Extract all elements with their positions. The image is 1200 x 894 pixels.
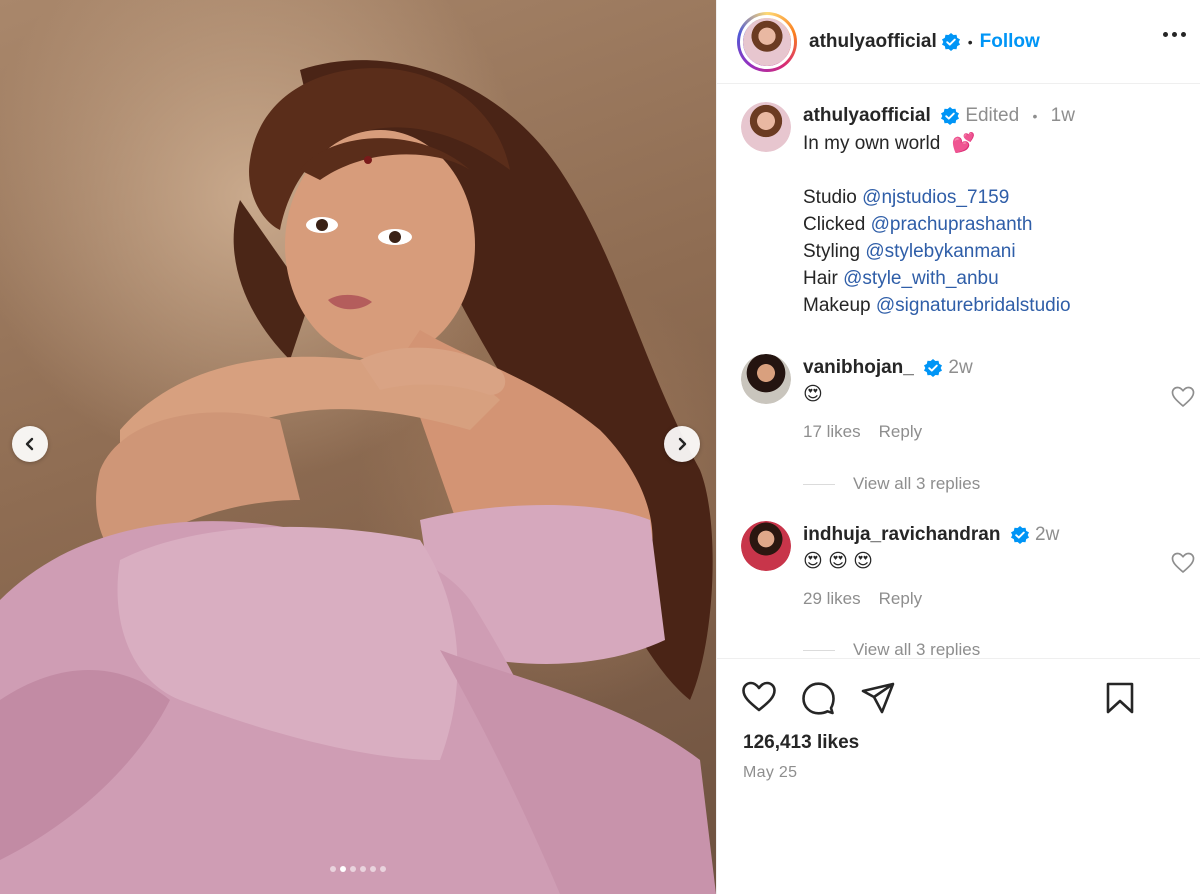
credit-line: Clicked @prachuprashanth	[803, 211, 1075, 238]
caption-text: In my own world	[803, 133, 941, 154]
post-photo	[0, 60, 716, 894]
comment-item: indhuja_ravichandran 2w 😍 😍 😍 29 likes R…	[741, 521, 1059, 612]
caption-avatar[interactable]	[741, 102, 791, 152]
chevron-left-icon	[25, 437, 34, 451]
carousel-dot	[330, 866, 336, 872]
carousel-dot	[340, 866, 346, 872]
author-username[interactable]: athulyaofficial	[809, 31, 937, 53]
credit-label: Clicked	[803, 214, 866, 235]
credit-mention-link[interactable]: @njstudios_7159	[862, 187, 1009, 208]
post-media[interactable]	[0, 0, 716, 894]
comment-age: 2w	[1035, 524, 1060, 545]
follow-button[interactable]: Follow	[980, 31, 1040, 53]
caption-username[interactable]: athulyaofficial	[803, 105, 931, 126]
credit-label: Makeup	[803, 295, 871, 316]
author-avatar[interactable]	[737, 11, 797, 72]
two-hearts-emoji: 💕	[951, 133, 976, 154]
verified-badge-icon	[941, 106, 960, 125]
credit-line: Styling @stylebykanmani	[803, 238, 1075, 265]
reply-button[interactable]: Reply	[879, 585, 922, 612]
comment-likes[interactable]: 17 likes	[803, 418, 861, 445]
caption-dot: •	[1032, 108, 1038, 124]
credit-label: Styling	[803, 241, 861, 262]
credit-mention-link[interactable]: @style_with_anbu	[843, 268, 999, 289]
caption-credits: Studio @njstudios_7159 Clicked @prachupra…	[803, 184, 1075, 319]
carousel-dot	[350, 866, 356, 872]
comment-age: 2w	[948, 357, 973, 378]
more-options-icon[interactable]	[1163, 32, 1186, 37]
carousel-indicator	[0, 866, 716, 872]
verified-badge-icon	[941, 32, 960, 51]
carousel-dot	[360, 866, 366, 872]
credit-line: Makeup @signaturebridalstudio	[803, 292, 1075, 319]
edited-label: Edited	[965, 105, 1020, 126]
carousel-dot	[380, 866, 386, 872]
header-separator: •	[967, 33, 973, 50]
likes-count[interactable]: 126,413 likes	[743, 732, 859, 754]
credit-line: Hair @style_with_anbu	[803, 265, 1075, 292]
commenter-avatar[interactable]	[741, 354, 791, 404]
reply-button[interactable]: Reply	[879, 418, 922, 445]
view-replies-button[interactable]: View all 3 replies	[803, 640, 980, 658]
comment-like-heart-icon[interactable]	[1171, 552, 1195, 574]
credit-label: Hair	[803, 268, 838, 289]
previous-slide-button[interactable]	[12, 426, 48, 462]
post-details-panel: athulyaofficial • Follow athulyaofficial	[716, 0, 1200, 894]
comment-item: vanibhojan_ 2w 😍 17 likes Reply	[741, 354, 973, 445]
commenter-username[interactable]: vanibhojan_	[803, 357, 914, 378]
next-slide-button[interactable]	[664, 426, 700, 462]
view-replies-button[interactable]: View all 3 replies	[803, 474, 980, 494]
credit-mention-link[interactable]: @prachuprashanth	[871, 214, 1033, 235]
carousel-dot	[370, 866, 376, 872]
comment-text: 😍	[803, 384, 823, 405]
comment-like-heart-icon[interactable]	[1171, 386, 1195, 408]
post-actions: 126,413 likes May 25	[717, 658, 1200, 894]
chevron-right-icon	[678, 437, 687, 451]
comment-text: 😍 😍 😍	[803, 551, 873, 572]
commenter-avatar[interactable]	[741, 521, 791, 571]
credit-label: Studio	[803, 187, 857, 208]
post-header: athulyaofficial • Follow	[717, 0, 1200, 84]
view-replies-label: View all 3 replies	[853, 474, 981, 493]
comment-icon[interactable]	[801, 681, 835, 715]
credit-mention-link[interactable]: @signaturebridalstudio	[876, 295, 1071, 316]
comments-section[interactable]: athulyaofficial Edited • 1w In my own wo…	[717, 84, 1200, 658]
verified-badge-icon	[924, 358, 943, 377]
bookmark-icon[interactable]	[1105, 681, 1135, 715]
post-caption: athulyaofficial Edited • 1w In my own wo…	[741, 102, 1075, 319]
credit-mention-link[interactable]: @stylebykanmani	[865, 241, 1015, 262]
paper-plane-icon[interactable]	[861, 681, 895, 715]
credit-line: Studio @njstudios_7159	[803, 184, 1075, 211]
heart-icon[interactable]	[741, 681, 777, 713]
verified-badge-icon	[1010, 525, 1029, 544]
comment-likes[interactable]: 29 likes	[803, 585, 861, 612]
post-date: May 25	[743, 764, 798, 781]
caption-age: 1w	[1050, 105, 1075, 126]
view-replies-label: View all 3 replies	[853, 640, 981, 658]
commenter-username[interactable]: indhuja_ravichandran	[803, 524, 1000, 545]
